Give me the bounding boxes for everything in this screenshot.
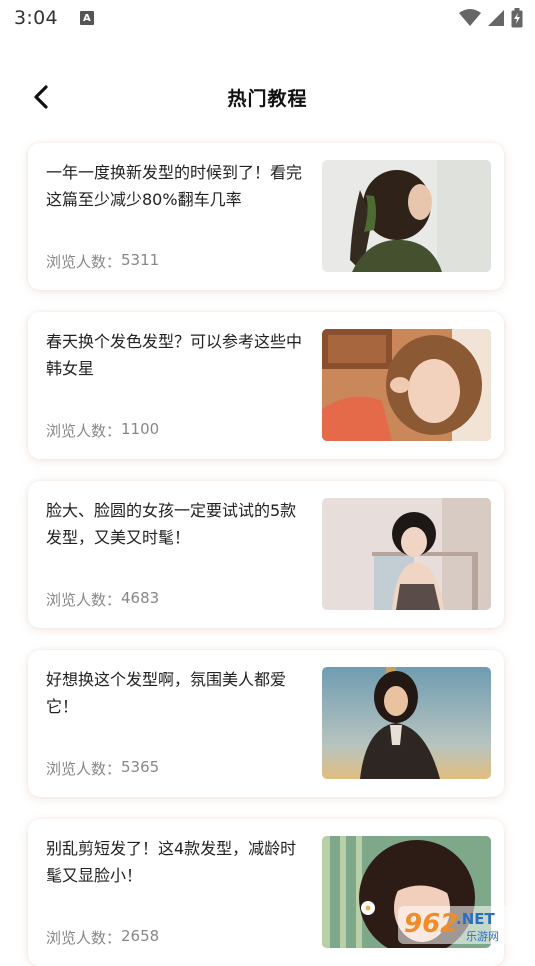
article-views: 浏览人数： 2658 — [46, 927, 159, 948]
views-count: 2658 — [121, 927, 160, 945]
battery-icon — [511, 8, 523, 28]
article-thumbnail — [322, 160, 491, 272]
views-count: 1100 — [121, 420, 160, 438]
status-bar: 3:04 A — [0, 0, 535, 36]
article-card[interactable]: 春天换个发色发型？可以参考这些中韩女星 浏览人数： 1100 — [28, 312, 504, 459]
views-label: 浏览人数： — [46, 253, 122, 271]
views-count: 5365 — [121, 758, 160, 776]
article-title: 一年一度换新发型的时候到了！看完这篇至少减少80%翻车几率 — [46, 163, 303, 209]
watermark-brand: 962 — [404, 909, 458, 939]
views-label: 浏览人数： — [46, 929, 122, 947]
watermark-sub: 乐游网 — [466, 930, 499, 943]
article-views: 浏览人数： 5311 — [46, 251, 159, 272]
article-title: 脸大、脸圆的女孩一定要试试的5款发型，又美又时髦！ — [46, 501, 297, 547]
article-thumbnail — [322, 667, 491, 779]
a-letter-icon: A — [79, 11, 94, 25]
views-label: 浏览人数： — [46, 591, 122, 609]
watermark-net: .NET — [456, 910, 495, 928]
article-card[interactable]: 一年一度换新发型的时候到了！看完这篇至少减少80%翻车几率 浏览人数： 5311 — [28, 143, 504, 290]
article-title: 好想换这个发型啊，氛围美人都爱它！ — [46, 670, 287, 716]
wifi-icon — [459, 9, 481, 26]
site-watermark: 962 .NET 乐游网 — [396, 902, 530, 946]
signal-icon — [488, 10, 504, 26]
article-card[interactable]: 脸大、脸圆的女孩一定要试试的5款发型，又美又时髦！ 浏览人数： 4683 — [28, 481, 504, 628]
back-button[interactable] — [24, 80, 58, 114]
article-card[interactable]: 好想换这个发型啊，氛围美人都爱它！ 浏览人数： 5365 — [28, 650, 504, 797]
article-thumbnail — [322, 498, 491, 610]
article-views: 浏览人数： 5365 — [46, 758, 159, 779]
header: 热门教程 — [0, 72, 535, 122]
status-icons — [459, 8, 523, 28]
page-title: 热门教程 — [227, 87, 308, 110]
views-label: 浏览人数： — [46, 760, 122, 778]
article-views: 浏览人数： 4683 — [46, 589, 159, 610]
article-thumbnail — [322, 329, 491, 441]
views-count: 4683 — [121, 589, 160, 607]
views-count: 5311 — [121, 251, 160, 269]
views-label: 浏览人数： — [46, 422, 122, 440]
article-title: 别乱剪短发了！这4款发型，减龄时髦又显脸小！ — [46, 839, 297, 885]
article-views: 浏览人数： 1100 — [46, 420, 159, 441]
chevron-left-icon — [34, 85, 48, 109]
article-title: 春天换个发色发型？可以参考这些中韩女星 — [46, 332, 303, 378]
status-time: 3:04 — [14, 7, 58, 29]
